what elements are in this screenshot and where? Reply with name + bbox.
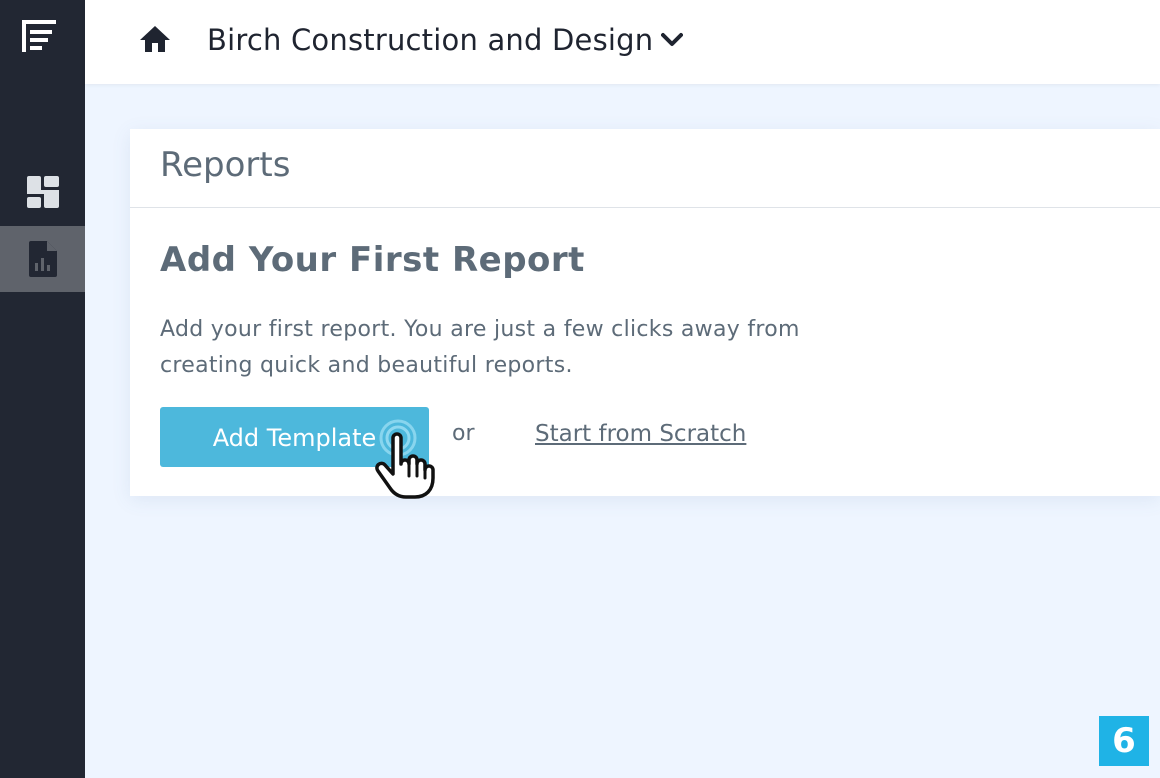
card-header: Reports [130,129,1160,208]
dashboard-grid-icon [26,176,59,208]
sidebar-item-reports[interactable] [0,226,85,292]
sidebar [0,0,85,778]
chevron-down-icon [661,33,684,46]
report-chart-icon [28,241,57,277]
empty-state-headline: Add Your First Report [160,240,585,280]
empty-state-description: Add your first report. You are just a fe… [160,317,800,378]
or-separator: or [452,421,475,446]
top-bar: Birch Construction and Design [85,0,1160,84]
start-from-scratch-link[interactable]: Start from Scratch [535,421,746,447]
app-logo-icon[interactable] [20,18,58,54]
home-icon[interactable] [139,24,171,54]
reports-card: Reports Add Your First Report Add your f… [130,129,1160,496]
organization-switcher[interactable]: Birch Construction and Design [207,18,684,62]
step-number-badge: 6 [1099,716,1149,766]
page-title: Reports [160,145,291,185]
sidebar-item-dashboard[interactable] [0,159,85,225]
organization-name: Birch Construction and Design [207,23,654,57]
add-template-button[interactable]: Add Template [160,407,429,467]
